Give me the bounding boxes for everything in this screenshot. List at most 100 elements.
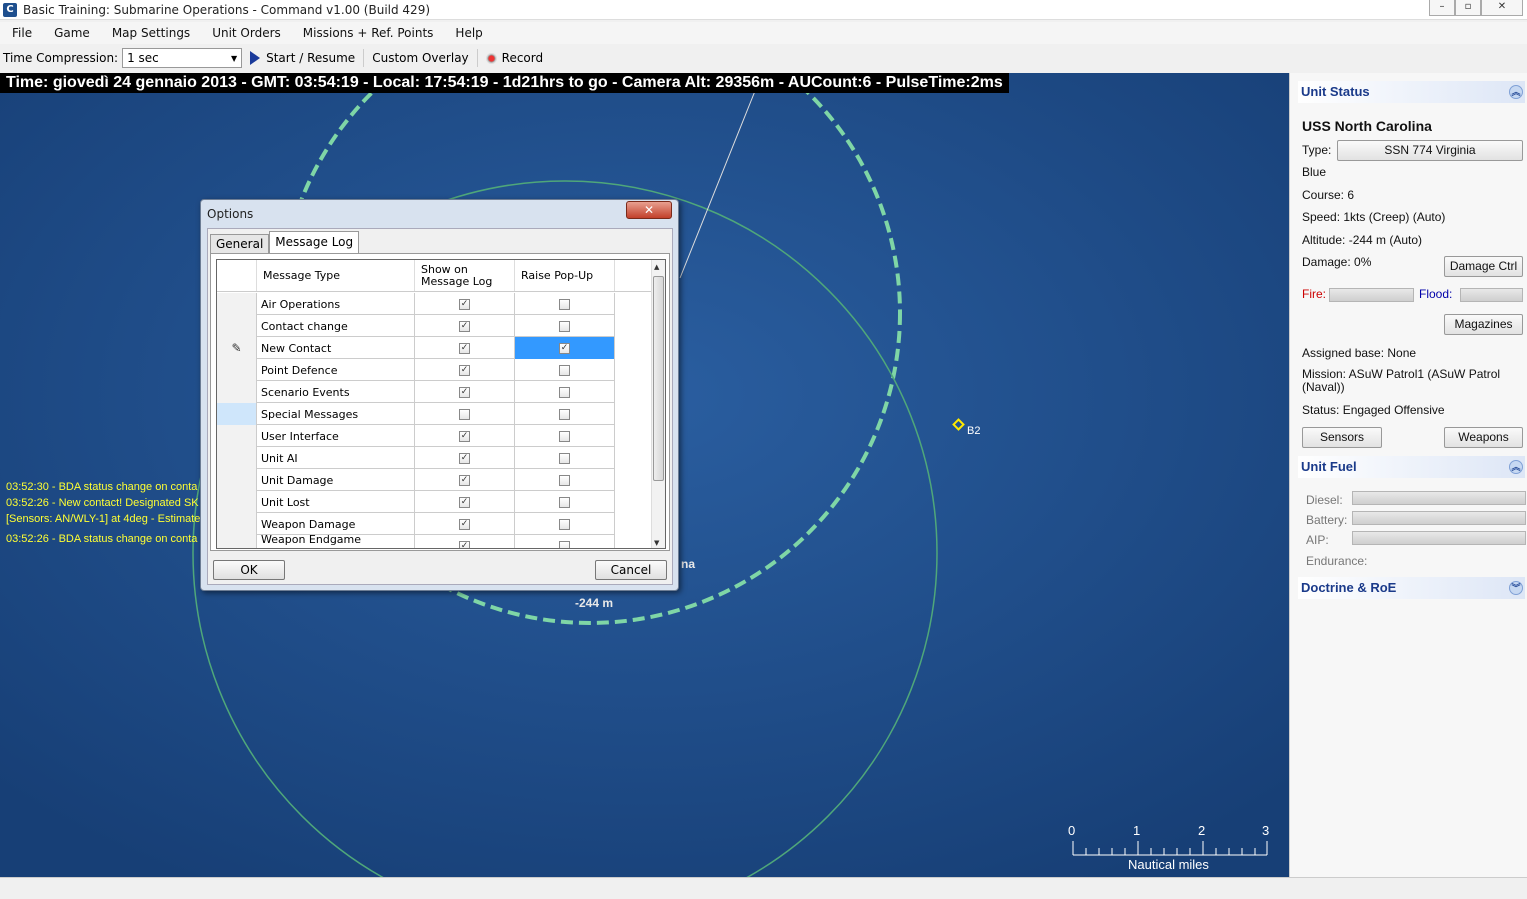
raise-popup-checkbox[interactable] — [559, 320, 570, 332]
sensors-button[interactable]: Sensors — [1302, 427, 1382, 448]
show-on-log-checkbox[interactable]: ✓ — [459, 364, 470, 376]
table-row[interactable]: Unit AI ✓ — [217, 447, 615, 469]
row-selector[interactable] — [217, 513, 257, 535]
message-line: [Sensors: AN/WLY-1] at 4deg - Estimate — [6, 513, 201, 525]
show-on-log-checkbox[interactable]: ✓ — [459, 474, 470, 486]
aip-label: AIP: — [1306, 533, 1329, 547]
unit-name-partial: na — [681, 557, 696, 571]
restore-button[interactable]: ▫ — [1455, 0, 1481, 16]
scroll-thumb[interactable] — [653, 276, 664, 481]
raise-popup-checkbox[interactable] — [559, 518, 570, 530]
message-type-grid: Message Type Show on Message Log Raise P… — [216, 259, 666, 549]
magazines-button[interactable]: Magazines — [1444, 314, 1523, 335]
time-compression-select[interactable]: 1 sec ▼ — [122, 48, 243, 68]
message-log: 03:52:30 - BDA status change on conta 03… — [6, 480, 206, 548]
row-selector[interactable] — [217, 293, 257, 315]
damage-ctrl-button[interactable]: Damage Ctrl — [1444, 256, 1523, 277]
start-resume-button[interactable]: Start / Resume — [250, 49, 365, 67]
record-button[interactable]: Record — [485, 49, 551, 67]
custom-overlay-button[interactable]: Custom Overlay — [372, 49, 478, 67]
contact-label: B2 — [967, 425, 981, 437]
show-on-log-cell: ✓ — [415, 337, 515, 359]
raise-popup-checkbox[interactable] — [559, 540, 570, 548]
raise-popup-checkbox[interactable] — [559, 298, 570, 310]
raise-popup-checkbox[interactable] — [559, 386, 570, 398]
collapse-icon[interactable]: ︽ — [1509, 460, 1523, 474]
row-selector[interactable] — [217, 381, 257, 403]
table-row[interactable]: ✎ New Contact ✓ ✓ — [217, 337, 615, 359]
row-selector[interactable] — [217, 535, 257, 548]
show-on-log-checkbox[interactable]: ✓ — [459, 496, 470, 508]
raise-popup-checkbox[interactable] — [559, 496, 570, 508]
close-button[interactable]: ✕ — [1481, 0, 1523, 16]
table-row[interactable]: Weapon Damage ✓ — [217, 513, 615, 535]
row-selector[interactable] — [217, 359, 257, 381]
table-row[interactable]: Contact change ✓ — [217, 315, 615, 337]
tab-message-log[interactable]: Message Log — [269, 231, 360, 253]
dialog-close-button[interactable]: ✕ — [626, 201, 672, 219]
table-row[interactable]: Point Defence ✓ — [217, 359, 615, 381]
grid-scrollbar[interactable]: ▲ ▼ — [651, 260, 665, 548]
table-row[interactable]: Unit Lost ✓ — [217, 491, 615, 513]
show-on-log-checkbox[interactable]: ✓ — [459, 430, 470, 442]
show-on-log-checkbox[interactable]: ✓ — [459, 452, 470, 464]
minimize-button[interactable]: – — [1429, 0, 1455, 16]
raise-popup-checkbox[interactable]: ✓ — [559, 342, 570, 354]
show-on-log-checkbox[interactable]: ✓ — [459, 298, 470, 310]
show-on-log-checkbox[interactable] — [459, 408, 470, 420]
collapse-icon[interactable]: ︽ — [1509, 85, 1523, 99]
message-line: 03:52:26 - New contact! Designated SK — [6, 497, 199, 509]
show-on-log-checkbox[interactable]: ✓ — [459, 518, 470, 530]
doctrine-header[interactable]: Doctrine & RoE ︾ — [1298, 577, 1525, 599]
row-selector[interactable] — [217, 491, 257, 513]
column-header-popup[interactable]: Raise Pop-Up — [515, 260, 615, 291]
table-row[interactable]: Weapon Endgame Calculations ✓ — [217, 533, 615, 548]
menu-missions[interactable]: Missions + Ref. Points — [291, 26, 444, 40]
start-resume-label: Start / Resume — [266, 51, 356, 65]
row-selector[interactable] — [217, 425, 257, 447]
menu-game[interactable]: Game — [42, 26, 100, 40]
time-compression-value: 1 sec — [127, 51, 159, 65]
weapons-button[interactable]: Weapons — [1444, 427, 1523, 448]
raise-popup-checkbox[interactable] — [559, 364, 570, 376]
table-row[interactable]: User Interface ✓ — [217, 425, 615, 447]
message-type-cell: Unit Damage — [257, 469, 415, 491]
table-row[interactable]: Scenario Events ✓ — [217, 381, 615, 403]
window-title: Basic Training: Submarine Operations - C… — [23, 2, 431, 17]
show-on-log-checkbox[interactable]: ✓ — [459, 540, 470, 548]
raise-popup-checkbox[interactable] — [559, 408, 570, 420]
raise-popup-checkbox[interactable] — [559, 452, 570, 464]
row-selector[interactable] — [217, 315, 257, 337]
show-on-log-checkbox[interactable]: ✓ — [459, 386, 470, 398]
table-row[interactable]: Air Operations ✓ — [217, 293, 615, 315]
unit-type-button[interactable]: SSN 774 Virginia — [1337, 140, 1523, 161]
dialog-title: Options — [207, 207, 254, 221]
expand-icon[interactable]: ︾ — [1509, 581, 1523, 595]
row-selector[interactable] — [217, 447, 257, 469]
row-selector[interactable]: ✎ — [217, 337, 257, 359]
menu-file[interactable]: File — [0, 26, 42, 40]
show-on-log-checkbox[interactable]: ✓ — [459, 342, 470, 354]
raise-popup-checkbox[interactable] — [559, 474, 570, 486]
column-header-show[interactable]: Show on Message Log — [415, 260, 515, 291]
menu-help[interactable]: Help — [443, 26, 492, 40]
scroll-up-icon[interactable]: ▲ — [654, 263, 659, 271]
table-row[interactable]: Unit Damage ✓ — [217, 469, 615, 491]
scroll-down-icon[interactable]: ▼ — [654, 539, 659, 547]
show-on-log-checkbox[interactable]: ✓ — [459, 320, 470, 332]
tab-general[interactable]: General — [210, 234, 270, 253]
unit-fuel-header[interactable]: Unit Fuel ︽ — [1298, 456, 1525, 478]
raise-popup-checkbox[interactable] — [559, 430, 570, 442]
table-row[interactable]: Special Messages — [217, 403, 615, 425]
message-type-cell: Scenario Events — [257, 381, 415, 403]
row-selector[interactable] — [217, 469, 257, 491]
menu-unit-orders[interactable]: Unit Orders — [200, 26, 291, 40]
flood-bar — [1460, 288, 1523, 302]
row-selector[interactable] — [217, 403, 257, 425]
cancel-button[interactable]: Cancel — [595, 560, 667, 580]
unit-status-header[interactable]: Unit Status ︽ — [1298, 81, 1525, 103]
column-header-message-type[interactable]: Message Type — [257, 260, 415, 291]
title-bar: C Basic Training: Submarine Operations -… — [0, 0, 1527, 20]
ok-button[interactable]: OK — [213, 560, 285, 580]
menu-map-settings[interactable]: Map Settings — [100, 26, 200, 40]
